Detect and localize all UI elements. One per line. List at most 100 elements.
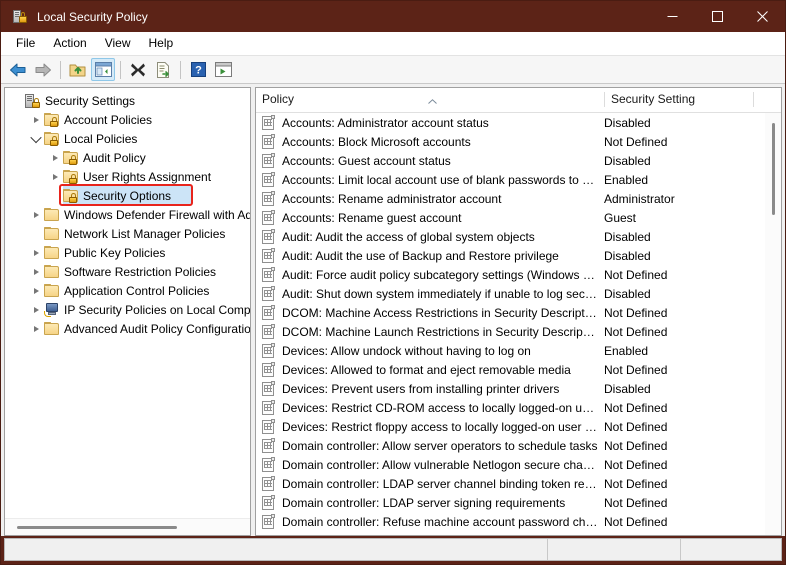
policy-name-cell: Audit: Audit the use of Backup and Resto… bbox=[282, 248, 559, 263]
chevron-right-icon[interactable] bbox=[28, 300, 44, 319]
table-row[interactable]: Devices: Restrict floppy access to local… bbox=[256, 417, 765, 436]
table-row[interactable]: Domain controller: Allow vulnerable Netl… bbox=[256, 455, 765, 474]
policy-document-icon bbox=[261, 494, 277, 511]
table-row[interactable]: Domain controller: LDAP server channel b… bbox=[256, 474, 765, 493]
table-row[interactable]: Domain controller: Refuse machine accoun… bbox=[256, 512, 765, 531]
table-row[interactable]: DCOM: Machine Access Restrictions in Sec… bbox=[256, 303, 765, 322]
security-setting-cell: Not Defined bbox=[604, 514, 668, 529]
tree-scroll-region[interactable]: Security Settings Account Policies Local P… bbox=[5, 88, 250, 518]
chevron-right-icon[interactable] bbox=[28, 281, 44, 300]
tree-item-network-list-manager-policies[interactable]: Network List Manager Policies bbox=[5, 224, 250, 243]
policy-document-icon bbox=[261, 361, 277, 378]
policy-document-icon bbox=[261, 285, 277, 302]
table-row[interactable]: Accounts: Block Microsoft accounts Not De… bbox=[256, 132, 765, 151]
title-bar: Local Security Policy bbox=[1, 1, 785, 32]
folder-icon bbox=[44, 207, 60, 223]
show-hide-tree-button[interactable] bbox=[91, 58, 115, 81]
policy-name-cell: Domain controller: Allow server operator… bbox=[282, 438, 598, 453]
chevron-right-icon[interactable] bbox=[28, 243, 44, 262]
tree-item-software-restriction-policies[interactable]: Software Restriction Policies bbox=[5, 262, 250, 281]
policy-document-icon bbox=[261, 171, 277, 188]
back-button[interactable] bbox=[6, 58, 30, 81]
policy-name-cell: Accounts: Rename administrator account bbox=[282, 191, 502, 206]
folder-lock-icon bbox=[63, 169, 79, 185]
policy-name-cell: Domain controller: Allow vulnerable Netl… bbox=[282, 457, 598, 472]
chevron-right-icon[interactable] bbox=[28, 205, 44, 224]
properties-button[interactable] bbox=[211, 58, 235, 81]
menu-action[interactable]: Action bbox=[44, 33, 95, 54]
forward-button[interactable] bbox=[31, 58, 55, 81]
policy-document-icon bbox=[261, 418, 277, 435]
table-row[interactable]: Domain controller: Allow server operator… bbox=[256, 436, 765, 455]
tree-item-account-policies[interactable]: Account Policies bbox=[5, 110, 250, 129]
tree-item-security-settings[interactable]: Security Settings bbox=[5, 91, 250, 110]
security-setting-cell: Not Defined bbox=[604, 362, 668, 377]
tree-item-ip-security-policies-on-local-compute[interactable]: IP Security Policies on Local Compute bbox=[5, 300, 250, 319]
svg-text:?: ? bbox=[195, 65, 202, 77]
minimize-button[interactable] bbox=[650, 1, 695, 32]
status-bar bbox=[4, 538, 782, 561]
column-header-policy[interactable]: Policy bbox=[256, 88, 605, 112]
policy-name-cell: Devices: Allowed to format and eject rem… bbox=[282, 362, 571, 377]
table-row[interactable]: Devices: Allow undock without having to … bbox=[256, 341, 765, 360]
table-row[interactable]: Devices: Allowed to format and eject rem… bbox=[256, 360, 765, 379]
menu-help[interactable]: Help bbox=[140, 33, 183, 54]
table-row[interactable]: Audit: Force audit policy subcategory se… bbox=[256, 265, 765, 284]
table-row[interactable]: Accounts: Rename guest account Guest bbox=[256, 208, 765, 227]
column-header-security-setting[interactable]: Security Setting bbox=[605, 88, 754, 112]
table-row[interactable]: DCOM: Machine Launch Restrictions in Sec… bbox=[256, 322, 765, 341]
chevron-right-icon[interactable] bbox=[28, 262, 44, 281]
folder-lock-icon bbox=[44, 131, 60, 147]
column-divider[interactable] bbox=[753, 92, 754, 107]
security-setting-cell: Disabled bbox=[604, 115, 651, 130]
chevron-right-icon[interactable] bbox=[28, 319, 44, 338]
table-row[interactable]: Audit: Audit the use of Backup and Resto… bbox=[256, 246, 765, 265]
security-setting-cell: Not Defined bbox=[604, 438, 668, 453]
tree-item-label: Network List Manager Policies bbox=[64, 226, 226, 241]
close-button[interactable] bbox=[740, 1, 785, 32]
table-row[interactable]: Accounts: Rename administrator account Ad… bbox=[256, 189, 765, 208]
list-vertical-scrollbar[interactable] bbox=[765, 113, 781, 535]
tree-item-user-rights-assignment[interactable]: User Rights Assignment bbox=[5, 167, 250, 186]
security-setting-cell: Not Defined bbox=[604, 400, 668, 415]
tree-item-local-policies[interactable]: Local Policies bbox=[5, 129, 250, 148]
policy-document-icon bbox=[261, 247, 277, 264]
tree-item-security-options[interactable]: Security Options bbox=[5, 186, 250, 205]
chevron-right-icon[interactable] bbox=[47, 148, 63, 167]
toolbar-separator bbox=[120, 60, 121, 79]
table-row[interactable]: Devices: Prevent users from installing p… bbox=[256, 379, 765, 398]
table-row[interactable]: Accounts: Guest account status Disabled bbox=[256, 151, 765, 170]
table-row[interactable]: Audit: Audit the access of global system… bbox=[256, 227, 765, 246]
policy-document-icon bbox=[261, 114, 277, 131]
help-button[interactable]: ? bbox=[186, 58, 210, 81]
chevron-right-icon[interactable] bbox=[28, 110, 44, 129]
tree-item-label: IP Security Policies on Local Compute bbox=[64, 302, 250, 317]
policy-name-cell: Accounts: Block Microsoft accounts bbox=[282, 134, 471, 149]
policy-rows[interactable]: Accounts: Administrator account status Di… bbox=[256, 113, 765, 535]
table-row[interactable]: Accounts: Administrator account status Di… bbox=[256, 113, 765, 132]
table-row[interactable]: Devices: Restrict CD-ROM access to local… bbox=[256, 398, 765, 417]
up-one-level-button[interactable] bbox=[66, 58, 90, 81]
export-list-button[interactable] bbox=[151, 58, 175, 81]
chevron-down-icon[interactable] bbox=[28, 129, 44, 148]
policy-name-cell: Devices: Restrict floppy access to local… bbox=[282, 419, 598, 434]
tree-item-label: Public Key Policies bbox=[64, 245, 166, 260]
tree-item-audit-policy[interactable]: Audit Policy bbox=[5, 148, 250, 167]
table-row[interactable]: Accounts: Limit local account use of bla… bbox=[256, 170, 765, 189]
tree-item-windows-defender-firewall-with-adva[interactable]: Windows Defender Firewall with Adva... bbox=[5, 205, 250, 224]
tree-item-advanced-audit-policy-configuration[interactable]: Advanced Audit Policy Configuration bbox=[5, 319, 250, 338]
menu-file[interactable]: File bbox=[7, 33, 44, 54]
tree-item-application-control-policies[interactable]: Application Control Policies bbox=[5, 281, 250, 300]
tree-hscroll-thumb[interactable] bbox=[17, 526, 177, 529]
list-vscroll-thumb[interactable] bbox=[772, 123, 775, 215]
delete-button[interactable] bbox=[126, 58, 150, 81]
table-row[interactable]: Domain controller: LDAP server signing r… bbox=[256, 493, 765, 512]
list-body: Accounts: Administrator account status Di… bbox=[256, 113, 781, 535]
menu-view[interactable]: View bbox=[96, 33, 140, 54]
tree-horizontal-scrollbar[interactable] bbox=[5, 518, 250, 535]
table-row[interactable]: Audit: Shut down system immediately if u… bbox=[256, 284, 765, 303]
policy-document-icon bbox=[261, 323, 277, 340]
maximize-button[interactable] bbox=[695, 1, 740, 32]
chevron-right-icon[interactable] bbox=[47, 167, 63, 186]
tree-item-public-key-policies[interactable]: Public Key Policies bbox=[5, 243, 250, 262]
